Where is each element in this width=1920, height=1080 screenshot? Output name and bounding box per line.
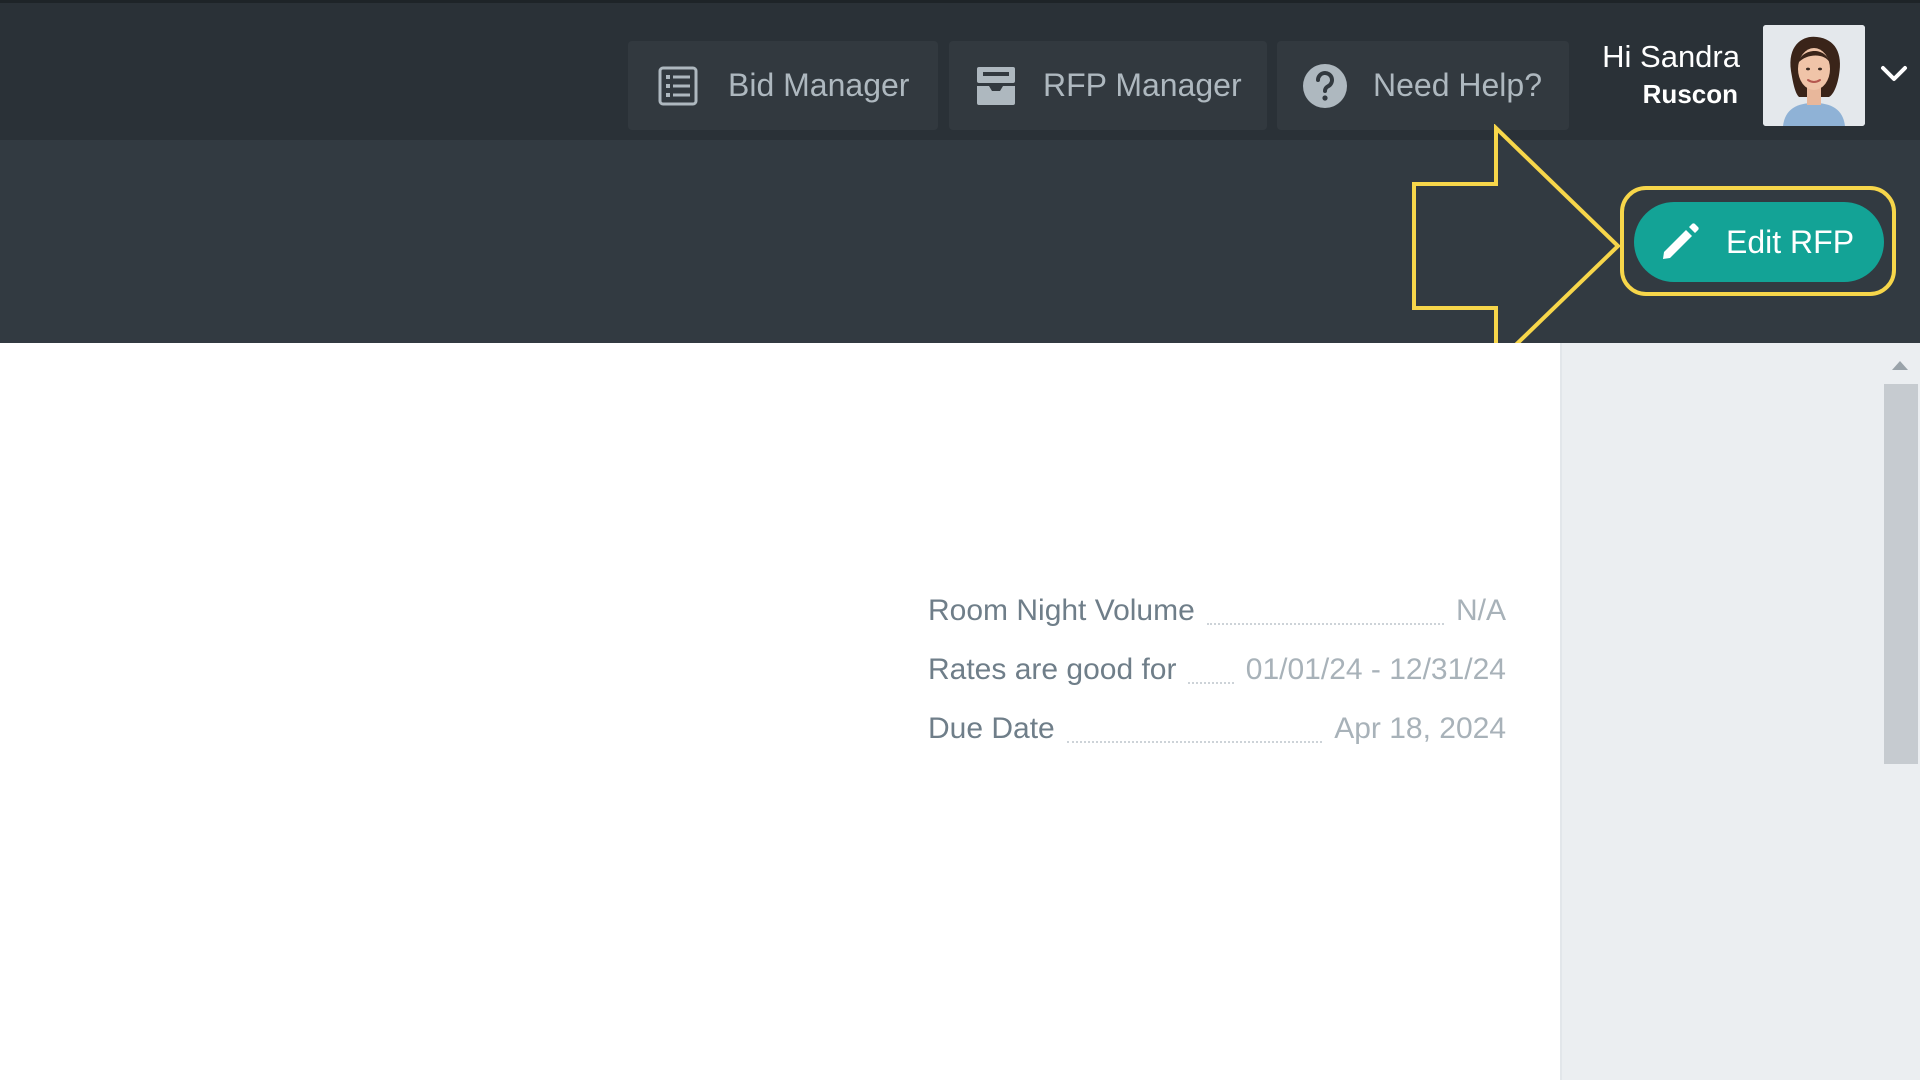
dotted-leader — [1188, 682, 1234, 684]
rfp-details: Room Night Volume N/A Rates are good for… — [928, 570, 1506, 747]
top-navigation-bar: Bid Manager RFP Manager Need Help? Hi Sa… — [0, 0, 1920, 140]
detail-label: Room Night Volume — [928, 594, 1195, 627]
detail-label: Rates are good for — [928, 653, 1177, 686]
bid-manager-button[interactable]: Bid Manager — [628, 41, 938, 130]
detail-row-rates-period: Rates are good for 01/01/24 - 12/31/24 — [928, 629, 1506, 688]
greeting-text: Hi Sandra — [1602, 39, 1740, 74]
detail-label: Due Date — [928, 712, 1055, 745]
edit-rfp-label: Edit RFP — [1726, 223, 1855, 260]
rfp-manager-label: RFP Manager — [1043, 67, 1242, 103]
scroll-up-arrow-icon[interactable] — [1890, 358, 1910, 372]
right-side-panel — [1560, 343, 1882, 1080]
detail-value: N/A — [1455, 594, 1506, 627]
chevron-down-icon[interactable] — [1878, 61, 1910, 85]
inbox-tray-icon — [973, 62, 1019, 110]
bid-manager-label: Bid Manager — [728, 67, 910, 103]
rfp-manager-button[interactable]: RFP Manager — [949, 41, 1267, 130]
pencil-icon — [1658, 220, 1702, 264]
detail-value: 01/01/24 - 12/31/24 — [1245, 653, 1506, 686]
need-help-label: Need Help? — [1373, 67, 1542, 103]
user-greeting: Hi Sandra Ruscon — [1590, 37, 1740, 111]
scrollbar-thumb[interactable] — [1884, 384, 1918, 764]
detail-value: Apr 18, 2024 — [1334, 712, 1506, 745]
question-circle-icon — [1301, 62, 1349, 110]
list-icon — [654, 62, 702, 110]
rfp-content: Room Night Volume N/A Rates are good for… — [0, 343, 1560, 1080]
dotted-leader — [1066, 741, 1323, 743]
edit-rfp-button[interactable]: Edit RFP — [1634, 202, 1884, 282]
detail-row-room-night-volume: Room Night Volume N/A — [928, 570, 1506, 629]
need-help-button[interactable]: Need Help? — [1277, 41, 1569, 130]
detail-row-due-date: Due Date Apr 18, 2024 — [928, 688, 1506, 747]
company-name: Ruscon — [1642, 79, 1738, 109]
dotted-leader — [1206, 623, 1444, 625]
avatar[interactable] — [1763, 25, 1865, 126]
